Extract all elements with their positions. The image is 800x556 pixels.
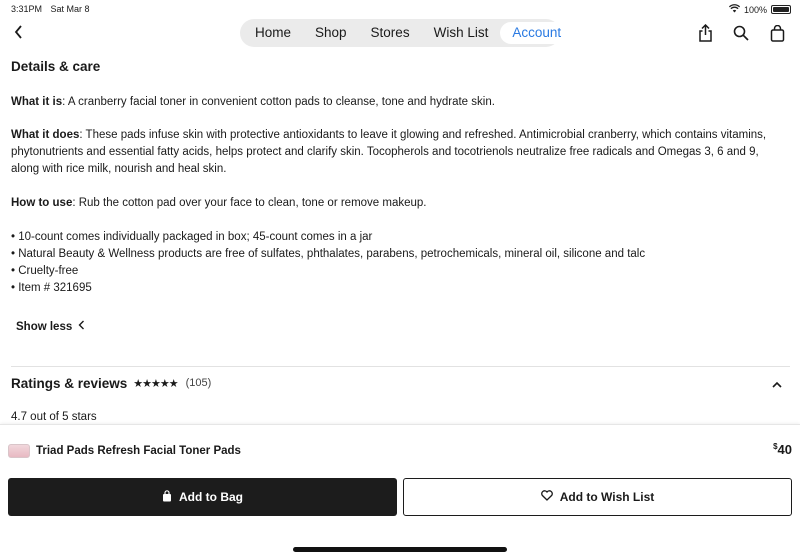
status-date: Sat Mar 8	[50, 4, 90, 14]
bag-icon[interactable]	[768, 23, 786, 43]
tab-account[interactable]: Account	[500, 22, 574, 44]
tab-stores[interactable]: Stores	[359, 22, 422, 44]
heart-icon	[540, 490, 553, 504]
show-less-button[interactable]: Show less	[16, 319, 85, 336]
what-it-is-label: What it is	[11, 96, 63, 108]
add-to-bag-label: Add to Bag	[179, 490, 243, 504]
product-name: Triad Pads Refresh Facial Toner Pads	[36, 445, 241, 457]
add-to-wish-list-button[interactable]: Add to Wish List	[403, 478, 792, 516]
product-thumbnail	[8, 444, 30, 458]
tab-shop[interactable]: Shop	[303, 22, 359, 44]
ratings-title: Ratings & reviews	[11, 375, 128, 391]
bottom-purchase-bar: Triad Pads Refresh Facial Toner Pads $40…	[0, 424, 800, 556]
what-it-does-label: What it does	[11, 129, 80, 141]
list-item: • Cruelty-free	[11, 265, 79, 277]
wifi-icon	[728, 4, 741, 15]
bag-icon	[162, 489, 172, 505]
chevron-left-icon	[14, 24, 23, 44]
how-to-use-label: How to use	[11, 197, 73, 209]
review-count: (105)	[185, 377, 212, 389]
nav-tab-bar: Home Shop Stores Wish List Account	[240, 19, 574, 47]
bullet-list: • 10-count comes individually packaged i…	[11, 229, 789, 297]
add-to-wish-list-label: Add to Wish List	[559, 490, 655, 504]
product-summary: Triad Pads Refresh Facial Toner Pads $40	[8, 442, 792, 460]
chevron-left-icon	[78, 319, 85, 336]
home-indicator[interactable]	[293, 547, 507, 552]
back-button[interactable]	[8, 24, 28, 44]
price-value: 40	[777, 442, 792, 457]
battery-icon	[771, 5, 791, 14]
add-to-bag-button[interactable]: Add to Bag	[8, 478, 397, 516]
top-navigation: Home Shop Stores Wish List Account	[0, 18, 800, 58]
tab-home[interactable]: Home	[243, 22, 303, 44]
details-title: Details & care	[11, 59, 101, 74]
show-less-label: Show less	[16, 321, 73, 333]
list-item: • Item # 321695	[11, 282, 92, 294]
status-time: 3:31PM	[11, 4, 43, 14]
share-icon[interactable]	[696, 23, 714, 43]
list-item: • 10-count comes individually packaged i…	[11, 231, 373, 243]
list-item: • Natural Beauty & Wellness products are…	[11, 248, 646, 260]
ratings-header[interactable]: Ratings & reviews ★★★★★ (105)	[11, 373, 790, 393]
how-to-use-text: : Rub the cotton pad over your face to c…	[72, 197, 427, 209]
what-it-is-text: : A cranberry facial toner in convenient…	[62, 96, 495, 108]
star-rating-icon: ★★★★★	[133, 377, 178, 390]
what-it-is-paragraph: What it is: A cranberry facial toner in …	[11, 94, 789, 111]
what-it-does-paragraph: What it does: These pads infuse skin wit…	[11, 127, 789, 178]
status-bar: 3:31PM Sat Mar 8 100%	[0, 0, 800, 18]
tab-wish-list[interactable]: Wish List	[422, 22, 501, 44]
product-price: $40	[773, 442, 792, 457]
what-it-does-text: : These pads infuse skin with protective…	[11, 129, 767, 175]
divider	[11, 366, 790, 367]
how-to-use-paragraph: How to use: Rub the cotton pad over your…	[11, 195, 789, 212]
chevron-up-icon[interactable]	[772, 375, 782, 393]
search-icon[interactable]	[732, 23, 750, 43]
rating-summary: 4.7 out of 5 stars	[11, 411, 97, 423]
battery-percent: 100%	[743, 4, 767, 15]
